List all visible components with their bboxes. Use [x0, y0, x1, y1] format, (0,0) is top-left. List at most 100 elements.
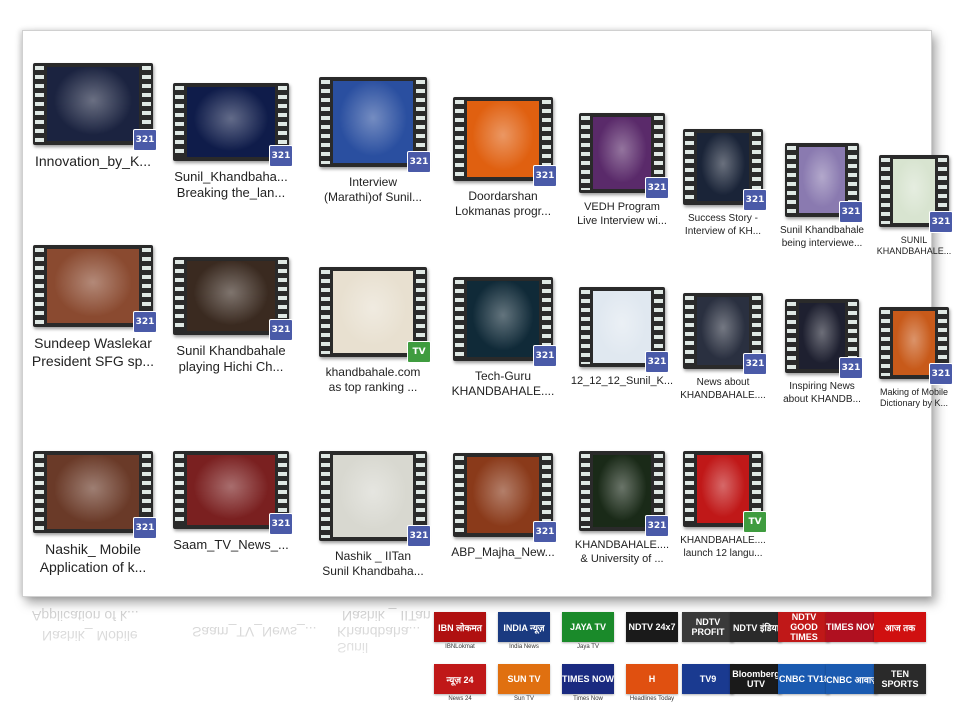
- video-file-name: Tech-Guru KHANDBAHALE....: [451, 369, 555, 398]
- video-file-item[interactable]: 321 Tech-Guru KHANDBAHALE....: [441, 277, 565, 399]
- video-file-name: Nashik_ Mobile Application of k...: [39, 541, 147, 575]
- video-file-item[interactable]: 321 Success Story - Interview of KH...: [671, 129, 775, 238]
- channel-logo: IBN लोकमत IBNLokmat: [432, 612, 488, 650]
- video-thumbnail: TV: [683, 451, 767, 533]
- video-format-badge-icon: 321: [929, 211, 953, 233]
- video-file-item[interactable]: 321 Making of Mobile Dictionary by K...: [867, 307, 960, 410]
- channel-logo-mark: JAYA TV: [562, 612, 614, 642]
- video-thumbnail: 321: [33, 63, 157, 151]
- channel-logo: TIMES NOW Times Now: [560, 664, 616, 702]
- video-frame-preview: [697, 133, 749, 201]
- video-thumbnail: 321: [33, 245, 157, 333]
- video-thumbnail: 321: [453, 453, 557, 543]
- video-format-badge-icon: 321: [133, 129, 157, 151]
- video-thumbnail: 321: [579, 287, 669, 373]
- video-frame-preview: [593, 455, 651, 527]
- video-frame-preview: [187, 87, 275, 157]
- video-file-name: Saam_TV_News_...: [173, 537, 289, 552]
- video-file-name: Interview (Marathi)of Sunil...: [323, 175, 423, 204]
- video-file-item[interactable]: 321 Nashik _ IITan Sunil Khandbaha...: [307, 451, 439, 579]
- video-frame-preview: [47, 67, 139, 141]
- channel-logo-mark: NDTV PROFIT: [682, 612, 734, 642]
- channel-logo: SUN TV Sun TV: [496, 664, 552, 702]
- channel-logo: H Headlines Today: [624, 664, 680, 702]
- video-frame-preview: [593, 117, 651, 189]
- video-thumbnail: 321: [579, 451, 669, 537]
- video-file-item[interactable]: 321 Saam_TV_News_...: [161, 451, 301, 553]
- video-format-badge-icon: 321: [533, 345, 557, 367]
- video-thumbnail: 321: [785, 299, 863, 379]
- video-format-badge-icon: 321: [269, 319, 293, 341]
- channel-logo-mark: NDTV 24x7: [626, 612, 678, 642]
- channel-logo-mark: NDTV GOOD TIMES: [778, 612, 830, 642]
- video-frame-preview: [333, 455, 413, 537]
- video-file-item[interactable]: TV KHANDBAHALE.... launch 12 langu...: [671, 451, 775, 560]
- video-file-item[interactable]: 321 Doordarshan Lokmanas progr...: [441, 97, 565, 219]
- video-file-name: 12_12_12_Sunil_K...: [570, 375, 674, 387]
- video-file-item[interactable]: TV khandbahale.com as top ranking ...: [307, 267, 439, 395]
- channel-logo-mark: H: [626, 664, 678, 694]
- video-frame-preview: [333, 271, 413, 353]
- video-file-item[interactable]: 321 Sunil Khandbahale being interviewe...: [773, 143, 871, 250]
- channel-logo-caption: Headlines Today: [629, 696, 675, 702]
- video-frame-preview: [467, 101, 539, 177]
- video-file-item[interactable]: 321 News about KHANDBAHALE....: [671, 293, 775, 402]
- video-thumbnail: 321: [173, 83, 293, 167]
- video-file-name: News about KHANDBAHALE....: [680, 377, 766, 401]
- video-thumbnail: 321: [879, 155, 953, 233]
- channel-logo-caption: Times Now: [573, 696, 603, 702]
- video-file-item[interactable]: 321 Interview (Marathi)of Sunil...: [307, 77, 439, 205]
- channel-logos: IBN लोकमत IBNLokmat INDIA न्यूज़ India News…: [432, 610, 926, 720]
- video-thumbnail: TV: [319, 267, 431, 363]
- video-frame-preview: [47, 249, 139, 323]
- video-file-item[interactable]: 321 Innovation_by_K...: [21, 63, 165, 171]
- channel-logo-mark: न्यूज़ 24: [434, 664, 486, 694]
- video-file-name: Doordarshan Lokmanas progr...: [454, 189, 552, 218]
- channel-logo: NDTV 24x7: [624, 612, 680, 642]
- video-format-badge-icon: 321: [269, 513, 293, 535]
- channel-logo-mark: TIMES NOW: [826, 612, 878, 642]
- video-format-badge-icon: 321: [533, 521, 557, 543]
- video-file-item[interactable]: 321 KHANDBAHALE.... & University of ...: [567, 451, 677, 567]
- panel-reflection: Application of k... Nashik_ Mobile Saam_TV…: [22, 600, 452, 720]
- video-file-name: Success Story - Interview of KH...: [684, 213, 762, 237]
- video-thumbnail: 321: [683, 293, 767, 375]
- video-file-item[interactable]: 321 SUNIL KHANDBAHALE...: [867, 155, 960, 258]
- video-frame-preview: [333, 81, 413, 163]
- video-file-item[interactable]: 321 ABP_Majha_New...: [441, 453, 565, 560]
- video-frame-preview: [187, 455, 275, 525]
- channel-logo: JAYA TV Jaya TV: [560, 612, 616, 650]
- channel-logo: INDIA न्यूज़ India News: [496, 612, 552, 650]
- channel-logo-caption: Sun TV: [514, 696, 534, 702]
- video-thumbnail: 321: [785, 143, 863, 223]
- channel-logo-mark: Bloomberg UTV: [730, 664, 782, 694]
- channel-logo-mark: CNBC आवाज़: [826, 664, 878, 694]
- channel-logo-mark: TV9: [682, 664, 734, 694]
- channel-logo-mark: आज तक: [874, 612, 926, 642]
- video-frame-preview: [593, 291, 651, 363]
- video-format-badge-icon: 321: [645, 515, 669, 537]
- video-file-name: Innovation_by_K...: [35, 153, 151, 169]
- video-format-badge-icon: 321: [407, 151, 431, 173]
- reflection-text: Nashik_ Mobile: [42, 628, 138, 644]
- video-thumbnail: 321: [879, 307, 953, 385]
- video-file-item[interactable]: 321 Inspiring News about KHANDB...: [773, 299, 871, 406]
- video-file-item[interactable]: 321 12_12_12_Sunil_K...: [567, 287, 677, 389]
- channel-logo-caption: News 24: [448, 696, 472, 702]
- video-file-name: khandbahale.com as top ranking ...: [325, 365, 421, 394]
- video-file-item[interactable]: 321 VEDH Program Live Interview wi...: [567, 113, 677, 229]
- video-frame-preview: [467, 457, 539, 533]
- video-format-badge-icon: 321: [133, 311, 157, 333]
- video-format-badge-icon: 321: [133, 517, 157, 539]
- video-file-item[interactable]: 321 Sunil_Khandbaha... Breaking the_lan..…: [161, 83, 301, 202]
- channel-logo-mark: CNBC TV18: [778, 664, 830, 694]
- reflection-text: Saam_TV_News_...: [192, 624, 317, 640]
- video-file-item[interactable]: 321 Sundeep Waslekar President SFG sp...: [21, 245, 165, 370]
- video-file-name: KHANDBAHALE.... & University of ...: [574, 539, 670, 565]
- video-format-badge-icon: 321: [839, 357, 863, 379]
- video-file-item[interactable]: 321 Sunil Khandbahale playing Hichi Ch...: [161, 257, 301, 376]
- video-frame-preview: [697, 297, 749, 365]
- video-file-item[interactable]: 321 Nashik_ Mobile Application of k...: [21, 451, 165, 576]
- video-file-name: Sundeep Waslekar President SFG sp...: [31, 335, 155, 369]
- channel-logo: आज तक: [872, 612, 928, 642]
